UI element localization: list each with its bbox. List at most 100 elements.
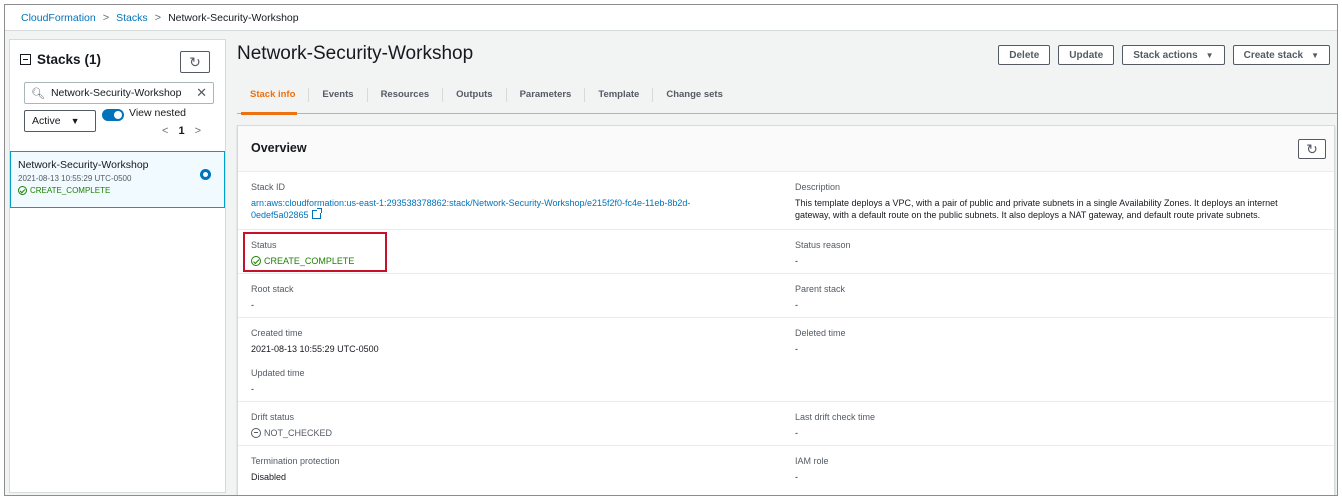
termination-cell: Termination protection Disabled (251, 456, 340, 483)
clear-icon[interactable]: ✕ (196, 85, 207, 101)
refresh-icon: ↻ (189, 53, 201, 70)
tab-stack-info[interactable]: Stack info (237, 88, 308, 102)
chevron-right-icon: > (154, 11, 162, 24)
chevron-right-icon: > (102, 11, 110, 24)
overview-title: Overview (251, 141, 307, 155)
search-icon: 🔍︎ (31, 87, 45, 100)
stack-item-status: CREATE_COMPLETE (18, 186, 217, 195)
sidebar-header[interactable]: Stacks (1) (20, 52, 101, 67)
overview-row: Termination protection Disabled IAM role… (238, 446, 1334, 495)
updated-time-value: - (251, 384, 254, 394)
search-value: Network-Security-Workshop (50, 87, 182, 99)
delete-button[interactable]: Delete (998, 45, 1051, 65)
tab-parameters[interactable]: Parameters (505, 88, 585, 102)
termination-label: Termination protection (251, 456, 340, 466)
deleted-time-label: Deleted time (795, 328, 846, 338)
view-nested-toggle[interactable] (102, 109, 124, 121)
created-time-cell: Created time 2021-08-13 10:55:29 UTC-050… (251, 328, 379, 355)
update-button[interactable]: Update (1058, 45, 1115, 65)
parent-stack-cell: Parent stack - (795, 284, 845, 311)
active-tab-indicator (241, 112, 297, 115)
iam-role-label: IAM role (795, 456, 829, 466)
stack-radio[interactable] (200, 169, 211, 180)
overview-refresh-button[interactable]: ↻ (1298, 139, 1326, 159)
caret-down-icon: ▼ (1311, 50, 1319, 60)
root-stack-cell: Root stack - (251, 284, 294, 311)
sidebar-refresh-button[interactable]: ↻ (180, 51, 210, 73)
overview-row: Root stack - Parent stack - (238, 274, 1334, 318)
status-reason-cell: Status reason - (795, 240, 851, 267)
stack-item-name: Network-Security-Workshop (18, 159, 149, 171)
external-link-icon (311, 208, 322, 219)
drift-status-label: Drift status (251, 412, 295, 422)
created-time-value: 2021-08-13 10:55:29 UTC-0500 (251, 344, 379, 354)
status-reason-value: - (795, 256, 798, 266)
caret-down-icon: ▼ (70, 116, 80, 126)
overview-row: Drift status NOT_CHECKED Last drift chec… (238, 402, 1334, 446)
description-cell: Description This template deploys a VPC,… (795, 182, 1278, 221)
caret-down-icon: ▼ (1205, 50, 1214, 60)
tab-outputs[interactable]: Outputs (442, 88, 505, 102)
pagination: < 1 > (162, 125, 201, 137)
termination-value: Disabled (251, 472, 287, 482)
tab-template[interactable]: Template (584, 88, 652, 102)
overview-panel: Overview ↻ Stack ID arn:aws:cloudformati… (237, 125, 1335, 495)
collapse-icon[interactable] (20, 54, 31, 65)
stack-item-time: 2021-08-13 10:55:29 UTC-0500 (18, 174, 132, 183)
overview-row: Status CREATE_COMPLETE Status reason - (238, 230, 1334, 274)
deleted-time-value: - (795, 344, 798, 354)
last-drift-cell: Last drift check time - (795, 412, 875, 439)
status-reason-label: Status reason (795, 240, 851, 250)
deleted-time-cell: Deleted time - (795, 328, 846, 355)
breadcrumb-stacks[interactable]: Stacks (116, 12, 148, 24)
stack-list-item[interactable]: Network-Security-Workshop 2021-08-13 10:… (10, 151, 225, 208)
breadcrumb-cloudformation[interactable]: CloudFormation (21, 12, 96, 24)
stack-id-line2: 0edef5a02865 (251, 210, 309, 220)
create-stack-button[interactable]: Create stack ▼ (1232, 45, 1330, 65)
parent-stack-label: Parent stack (795, 284, 846, 294)
stack-id-label: Stack ID (251, 182, 286, 192)
updated-time-cell: Updated time - (251, 368, 305, 395)
status-highlight-box (243, 232, 387, 272)
last-drift-label: Last drift check time (795, 412, 876, 422)
description-line1: This template deploys a VPC, with a pair… (795, 198, 1278, 208)
create-stack-label: Create stack (1243, 49, 1304, 61)
delete-label: Delete (1009, 49, 1040, 61)
root-stack-value: - (251, 300, 254, 310)
tab-change-sets[interactable]: Change sets (652, 88, 736, 102)
stack-actions-button[interactable]: Stack actions ▼ (1122, 45, 1225, 65)
stack-search-input[interactable]: 🔍︎ Network-Security-Workshop ✕ (24, 82, 214, 104)
overview-header: Overview ↻ (238, 126, 1334, 172)
tab-bar: Stack info Events Resources Outputs Para… (237, 77, 1337, 115)
status-filter-value: Active (32, 115, 61, 127)
minus-circle-icon (251, 428, 261, 438)
description-line2: gateway, with a default route on the pub… (795, 210, 1261, 220)
stack-item-status-text: CREATE_COMPLETE (30, 186, 111, 195)
last-drift-value: - (795, 428, 798, 438)
check-circle-icon (18, 186, 27, 195)
stack-id-cell: Stack ID arn:aws:cloudformation:us-east-… (251, 182, 690, 221)
overview-row: Stack ID arn:aws:cloudformation:us-east-… (238, 172, 1334, 230)
stacks-sidebar: Stacks (1) ↻ 🔍︎ Network-Security-Worksho… (9, 39, 226, 493)
app-frame: CloudFormation > Stacks > Network-Securi… (4, 4, 1338, 496)
drift-status-text: NOT_CHECKED (264, 428, 333, 438)
status-filter-select[interactable]: Active ▼ (24, 110, 96, 132)
tab-resources[interactable]: Resources (366, 88, 443, 102)
description-value: This template deploys a VPC, with a pair… (795, 197, 1278, 221)
chevron-left-icon[interactable]: < (162, 125, 168, 137)
refresh-icon: ↻ (1306, 140, 1318, 157)
updated-time-label: Updated time (251, 368, 305, 378)
tab-events[interactable]: Events (308, 88, 366, 102)
description-label: Description (795, 182, 841, 192)
page-number[interactable]: 1 (178, 125, 184, 137)
header-actions: Delete Update Stack actions ▼ Create stac… (998, 45, 1330, 65)
view-nested-label: View nested (129, 107, 187, 119)
drift-status-value: NOT_CHECKED (251, 427, 332, 439)
sidebar-title: Stacks (37, 52, 81, 67)
created-time-label: Created time (251, 328, 303, 338)
stack-id-link[interactable]: arn:aws:cloudformation:us-east-1:2935383… (251, 197, 690, 221)
stack-actions-label: Stack actions (1133, 49, 1198, 61)
overview-row: Created time 2021-08-13 10:55:29 UTC-050… (238, 318, 1334, 402)
stack-count: (1) (84, 52, 102, 67)
chevron-right-icon[interactable]: > (195, 125, 201, 137)
